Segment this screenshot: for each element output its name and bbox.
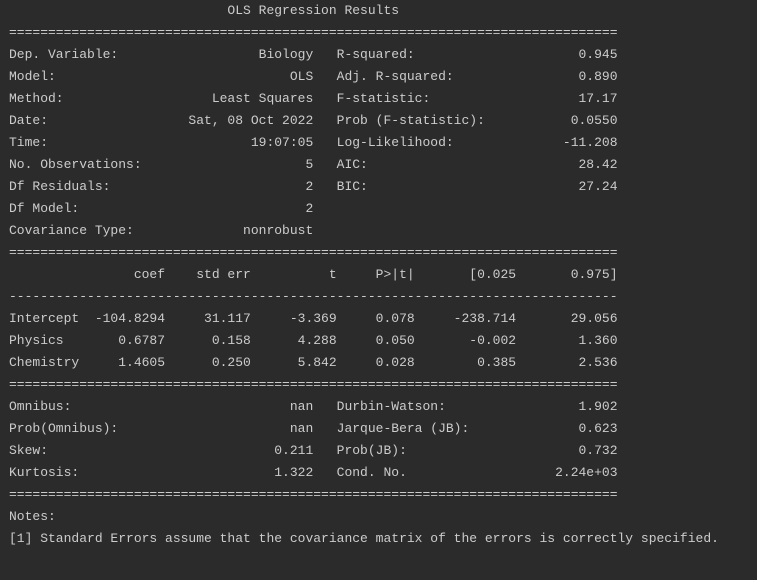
separator-double: ========================================… [9, 484, 748, 506]
summary-row: Df Model: 2 [9, 198, 748, 220]
notes-heading: Notes: [9, 506, 748, 528]
diagnostics-row: Skew: 0.211 Prob(JB): 0.732 [9, 440, 748, 462]
summary-row: Covariance Type: nonrobust [9, 220, 748, 242]
summary-row: Method: Least Squares F-statistic: 17.17 [9, 88, 748, 110]
coef-row: Physics 0.6787 0.158 4.288 0.050 -0.002 … [9, 330, 748, 352]
summary-row: Df Residuals: 2 BIC: 27.24 [9, 176, 748, 198]
diagnostics-row: Omnibus: nan Durbin-Watson: 1.902 [9, 396, 748, 418]
summary-row: Dep. Variable: Biology R-squared: 0.945 [9, 44, 748, 66]
diagnostics-row: Kurtosis: 1.322 Cond. No. 2.24e+03 [9, 462, 748, 484]
coef-header: coef std err t P>|t| [0.025 0.975] [9, 264, 748, 286]
separator-single: ----------------------------------------… [9, 286, 748, 308]
notes-line: [1] Standard Errors assume that the cova… [9, 528, 748, 550]
coef-row: Intercept -104.8294 31.117 -3.369 0.078 … [9, 308, 748, 330]
separator-double: ========================================… [9, 242, 748, 264]
coef-row: Chemistry 1.4605 0.250 5.842 0.028 0.385… [9, 352, 748, 374]
summary-row: Date: Sat, 08 Oct 2022 Prob (F-statistic… [9, 110, 748, 132]
separator-double: ========================================… [9, 22, 748, 44]
title: OLS Regression Results [9, 0, 748, 22]
summary-row: Model: OLS Adj. R-squared: 0.890 [9, 66, 748, 88]
diagnostics-row: Prob(Omnibus): nan Jarque-Bera (JB): 0.6… [9, 418, 748, 440]
separator-double: ========================================… [9, 374, 748, 396]
summary-row: Time: 19:07:05 Log-Likelihood: -11.208 [9, 132, 748, 154]
summary-row: No. Observations: 5 AIC: 28.42 [9, 154, 748, 176]
ols-regression-output: OLS Regression Results==================… [0, 0, 757, 550]
